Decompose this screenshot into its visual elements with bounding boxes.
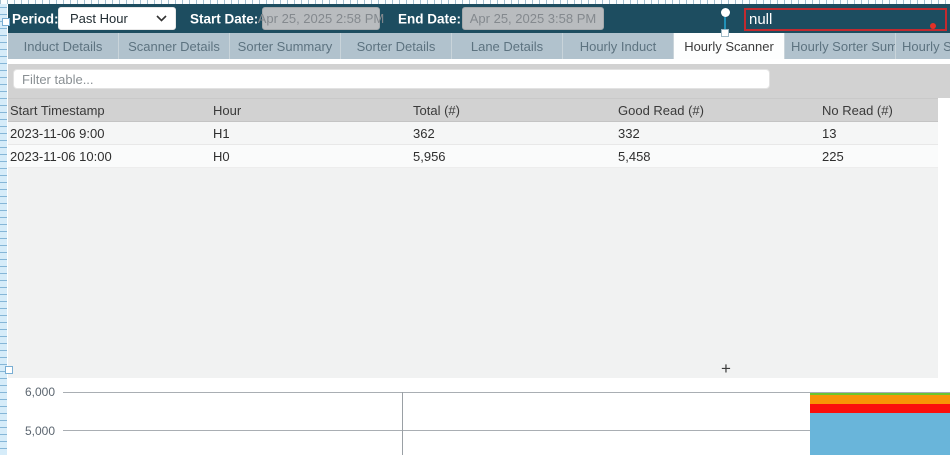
- table-row[interactable]: 2023-11-06 10:00H05,9565,458225: [8, 145, 938, 168]
- bar-red-segment: [810, 404, 950, 413]
- end-date-label: End Date:: [398, 11, 461, 26]
- selection-handle-circle[interactable]: [721, 8, 730, 17]
- table-cell: 5,956: [411, 149, 616, 164]
- table-cell: H1: [211, 126, 411, 141]
- tab-sorter-details[interactable]: Sorter Details: [341, 33, 451, 59]
- bar-orange-segment: [810, 395, 950, 405]
- table-cell: 332: [616, 126, 820, 141]
- y-tick-label: 5,000: [8, 424, 55, 438]
- column-header[interactable]: No Read (#): [820, 103, 938, 118]
- stacked-bar: [810, 383, 950, 455]
- chevron-down-icon: [156, 15, 167, 22]
- red-dot-icon: [930, 23, 936, 29]
- tab-hourly-induct[interactable]: Hourly Induct: [563, 33, 673, 59]
- gridline-vertical: [402, 392, 403, 455]
- filter-bar: [8, 64, 950, 98]
- column-header[interactable]: Good Read (#): [616, 103, 820, 118]
- table-cell: 5,458: [616, 149, 820, 164]
- y-tick-label: 6,000: [8, 385, 55, 399]
- ruler-handle-top[interactable]: [2, 18, 10, 26]
- bar-blue-segment: [810, 413, 950, 455]
- column-header[interactable]: Start Timestamp: [8, 103, 211, 118]
- top-ruler: [0, 0, 950, 4]
- column-header[interactable]: Total (#): [411, 103, 616, 118]
- table-cell: H0: [211, 149, 411, 164]
- start-date-label: Start Date:: [190, 11, 258, 26]
- table-cell: 225: [820, 149, 938, 164]
- table-scrollbar[interactable]: [938, 98, 950, 378]
- tab-lane-details[interactable]: Lane Details: [452, 33, 562, 59]
- add-button[interactable]: +: [717, 360, 735, 378]
- chart: 6,000 5,000: [8, 383, 950, 455]
- table-cell: 13: [820, 126, 938, 141]
- tab-sorter-summary[interactable]: Sorter Summary: [230, 33, 340, 59]
- table-row[interactable]: 2023-11-06 9:00H136233213: [8, 122, 938, 145]
- selection-handle-square[interactable]: [721, 29, 729, 37]
- table-cell: 2023-11-06 9:00: [8, 126, 211, 141]
- ruler-handle-bottom[interactable]: [5, 366, 13, 374]
- column-header[interactable]: Hour: [211, 103, 411, 118]
- tab-hourly-sorter-summar[interactable]: Hourly Sorter Summar: [785, 33, 895, 59]
- filter-input[interactable]: [13, 69, 770, 89]
- table-cell: 362: [411, 126, 616, 141]
- tab-hourly-sort[interactable]: Hourly Sort: [896, 33, 950, 59]
- period-select-value: Past Hour: [70, 11, 128, 26]
- tab-hourly-scanner[interactable]: Hourly Scanner: [674, 33, 784, 59]
- selected-field[interactable]: null: [744, 8, 947, 31]
- left-ruler: [0, 0, 7, 455]
- period-label: Period:: [12, 11, 59, 26]
- table-empty-area: [8, 168, 938, 378]
- start-date-input[interactable]: Apr 25, 2025 2:58 PM: [262, 7, 380, 30]
- table-cell: 2023-11-06 10:00: [8, 149, 211, 164]
- tab-scanner-details[interactable]: Scanner Details: [119, 33, 229, 59]
- end-date-input[interactable]: Apr 25, 2025 3:58 PM: [462, 7, 604, 30]
- table-header: Start TimestampHourTotal (#)Good Read (#…: [8, 98, 938, 122]
- period-select[interactable]: Past Hour: [58, 7, 176, 30]
- tab-induct-details[interactable]: Induct Details: [8, 33, 118, 59]
- tab-bar: Induct DetailsScanner DetailsSorter Summ…: [8, 33, 950, 59]
